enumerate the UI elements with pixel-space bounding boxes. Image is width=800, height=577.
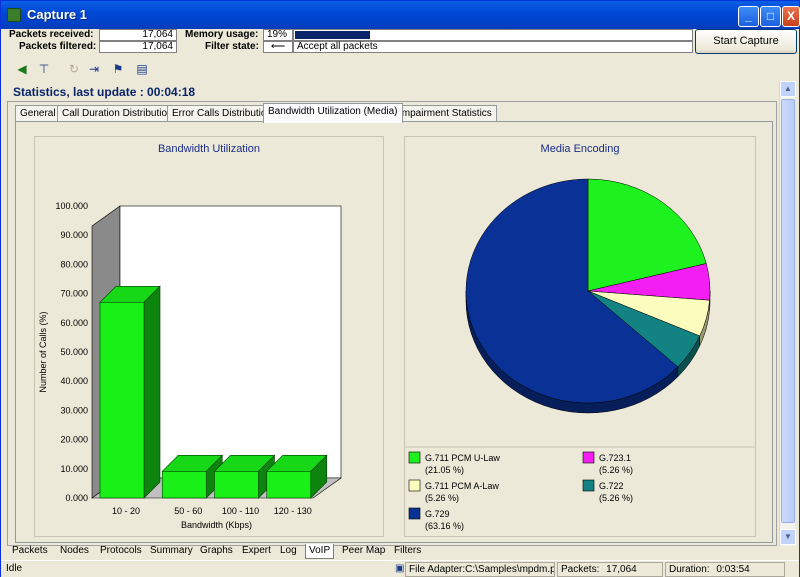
bottom-tab-summary[interactable]: Summary xyxy=(147,544,196,559)
x-axis-label: Bandwidth (Kbps) xyxy=(181,520,252,530)
scroll-thumb[interactable] xyxy=(781,99,795,523)
legend-label: G.729 xyxy=(425,509,450,519)
tab-error-calls-distribution[interactable]: Error Calls Distribution xyxy=(167,105,278,122)
back-arrow-icon[interactable]: ◀ xyxy=(13,60,31,78)
close-button[interactable]: X xyxy=(782,6,800,27)
bar-side xyxy=(143,285,161,499)
y-tick-label: 0.000 xyxy=(65,493,88,503)
status-state: Idle xyxy=(6,563,23,574)
scroll-down-arrow-icon[interactable]: ▼ xyxy=(780,529,796,545)
legend-swatch xyxy=(582,451,595,464)
status-duration-label: Duration: xyxy=(669,564,710,575)
y-tick-label: 60.000 xyxy=(60,318,88,328)
x-tick-label: 100 - 110 xyxy=(222,506,259,516)
save-report-icon[interactable]: ▤ xyxy=(133,60,151,78)
y-tick-label: 30.000 xyxy=(60,405,88,415)
bandwidth-bar-chart: 0.000 10.000 20.000 30.000 40.000 50.000 60.00… xyxy=(38,201,342,530)
media-encoding-pie-chart: G.711 PCM U-Law (21.05 %) G.723.1 (5.26 %) G… xyxy=(405,178,755,531)
packets-filtered-label: Packets filtered: xyxy=(19,41,97,52)
tab-impairment-statistics[interactable]: Impairment Statistics xyxy=(394,105,497,122)
scroll-up-arrow-icon[interactable]: ▲ xyxy=(780,81,796,97)
legend-percent: (5.26 %) xyxy=(599,465,633,475)
tab-bandwidth-utilization[interactable]: Bandwidth Utilization (Media) xyxy=(263,103,403,123)
minimize-button[interactable]: _ xyxy=(738,6,759,27)
maximize-button[interactable]: □ xyxy=(760,6,781,27)
status-packets: Packets: 17,064 xyxy=(557,562,663,577)
memory-usage-fill xyxy=(295,31,371,39)
y-axis-label: Number of Calls (%) xyxy=(38,311,48,392)
x-tick-label: 50 - 60 xyxy=(174,506,202,516)
legend-swatch xyxy=(408,507,421,520)
bottom-tab-log[interactable]: Log xyxy=(277,544,300,559)
capture-window: Capture 1 _ □ X Packets received: 17,064… xyxy=(0,0,800,577)
bar-front xyxy=(266,471,312,499)
y-tick-label: 70.000 xyxy=(60,289,88,299)
packets-received-value: 17,064 xyxy=(99,29,177,41)
memory-usage-label: Memory usage: xyxy=(185,29,259,40)
legend-swatch xyxy=(582,479,595,492)
packets-filtered-value: 17,064 xyxy=(99,41,177,53)
y-tick-label: 90.000 xyxy=(60,230,88,240)
legend-percent: (5.26 %) xyxy=(425,493,459,503)
legend-label: G.711 PCM A-Law xyxy=(425,481,499,491)
capture-info-bar: Packets received: 17,064 Packets filtere… xyxy=(5,29,695,53)
adapter-icon: ▣ xyxy=(395,563,404,574)
bottom-tab-graphs[interactable]: Graphs xyxy=(197,544,236,559)
title-bar[interactable]: Capture 1 _ □ X xyxy=(1,1,800,29)
x-tick-label: 10 - 20 xyxy=(112,506,140,516)
tab-general[interactable]: General xyxy=(15,105,61,122)
memory-usage-bar xyxy=(293,29,693,41)
legend-label: G.722 xyxy=(599,481,624,491)
bottom-tab-voip[interactable]: VoIP xyxy=(305,544,335,559)
legend-label: G.711 PCM U-Law xyxy=(425,453,500,463)
memory-usage-value: 19% xyxy=(263,29,293,41)
y-tick-label: 80.000 xyxy=(60,259,88,269)
y-tick-label: 50.000 xyxy=(60,347,88,357)
legend-swatch xyxy=(408,479,421,492)
filter-state-value: Accept all packets xyxy=(293,41,693,53)
legend-percent: (5.26 %) xyxy=(599,493,633,503)
legend-percent: (21.05 %) xyxy=(425,465,464,475)
vertical-scrollbar[interactable]: ▲ ▼ xyxy=(779,81,796,546)
tab-call-duration-distribution[interactable]: Call Duration Distribution xyxy=(57,105,178,122)
pin-icon[interactable]: ⊤ xyxy=(35,60,53,78)
status-adapter: File Adapter:C:\Samples\mpdm.pkt xyxy=(405,562,555,577)
bar-front xyxy=(214,471,259,499)
export-icon[interactable]: ⇥ xyxy=(85,60,103,78)
legend-percent: (63.16 %) xyxy=(425,521,464,531)
stats-toolbar: ◀ ⊤ ↻ ⇥ ⚑ ▤ xyxy=(7,58,187,80)
bottom-tab-filters[interactable]: Filters xyxy=(391,544,424,559)
bar-front xyxy=(99,301,145,499)
x-tick-label: 120 - 130 xyxy=(274,506,312,516)
packets-received-label: Packets received: xyxy=(9,29,94,40)
bottom-tab-packets[interactable]: Packets xyxy=(9,544,51,559)
filter-arrow-icon: ⟵ xyxy=(263,41,293,53)
y-tick-label: 100.000 xyxy=(55,201,88,211)
status-duration: Duration: 0:03:54 xyxy=(665,562,785,577)
start-capture-button[interactable]: Start Capture xyxy=(695,29,797,54)
bottom-tab-protocols[interactable]: Protocols xyxy=(97,544,145,559)
filter-state-label: Filter state: xyxy=(205,41,259,52)
statistics-last-update: Statistics, last update : 00:04:18 xyxy=(13,85,196,99)
bar-front xyxy=(161,471,207,499)
bottom-tab-peer-map[interactable]: Peer Map xyxy=(339,544,388,559)
refresh-icon[interactable]: ↻ xyxy=(65,60,83,78)
y-tick-label: 20.000 xyxy=(60,435,88,445)
status-duration-value: 0:03:54 xyxy=(716,564,750,575)
window-title: Capture 1 xyxy=(27,7,87,22)
bottom-tab-expert[interactable]: Expert xyxy=(239,544,274,559)
app-icon xyxy=(7,8,21,22)
status-bar: Idle ▣ File Adapter:C:\Samples\mpdm.pkt … xyxy=(1,560,799,577)
status-packets-value: 17,064 xyxy=(606,564,637,575)
legend-swatch xyxy=(408,451,421,464)
y-tick-label: 10.000 xyxy=(60,464,88,474)
legend-label: G.723.1 xyxy=(599,453,631,463)
report-icon[interactable]: ⚑ xyxy=(109,60,127,78)
bottom-tab-nodes[interactable]: Nodes xyxy=(57,544,92,559)
y-tick-label: 40.000 xyxy=(60,376,88,386)
status-packets-label: Packets: xyxy=(561,564,600,575)
